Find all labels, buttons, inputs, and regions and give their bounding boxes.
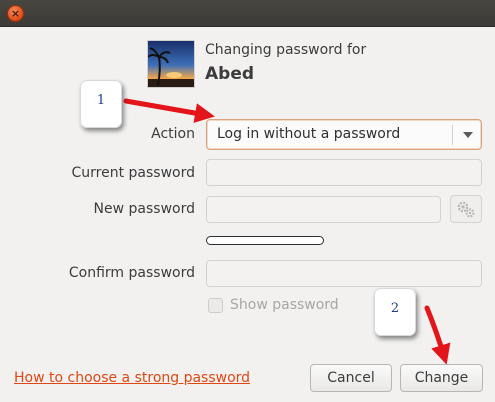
action-dropdown[interactable]: Log in without a password — [206, 119, 482, 150]
strong-password-help-link[interactable]: How to choose a strong password — [14, 370, 250, 386]
confirm-password-label: Confirm password — [68, 265, 195, 281]
current-password-label: Current password — [71, 165, 196, 181]
action-dropdown-value: Log in without a password — [217, 126, 401, 142]
title-bar: × — [0, 0, 495, 27]
dropdown-separator — [452, 125, 453, 145]
action-label: Action — [151, 126, 195, 142]
current-password-field[interactable] — [206, 159, 482, 186]
new-password-label: New password — [93, 201, 195, 217]
show-password-label: Show password — [230, 297, 339, 313]
new-password-field[interactable] — [206, 196, 441, 223]
generate-password-button[interactable] — [450, 195, 482, 223]
confirm-password-field[interactable] — [206, 260, 482, 287]
avatar-image — [148, 41, 194, 87]
cancel-button[interactable]: Cancel — [310, 364, 392, 392]
annotation-callout-2: 2 — [374, 288, 416, 336]
user-avatar[interactable] — [147, 40, 195, 88]
password-strength-bar — [206, 236, 324, 245]
annotation-callout-1: 1 — [80, 80, 122, 128]
show-password-checkbox[interactable] — [208, 298, 223, 313]
gears-icon — [457, 201, 475, 218]
changing-password-label: Changing password for — [205, 42, 367, 58]
change-button[interactable]: Change — [400, 364, 483, 392]
close-icon[interactable]: × — [7, 5, 24, 22]
username-label: Abed — [205, 64, 255, 84]
chevron-down-icon — [463, 132, 473, 138]
